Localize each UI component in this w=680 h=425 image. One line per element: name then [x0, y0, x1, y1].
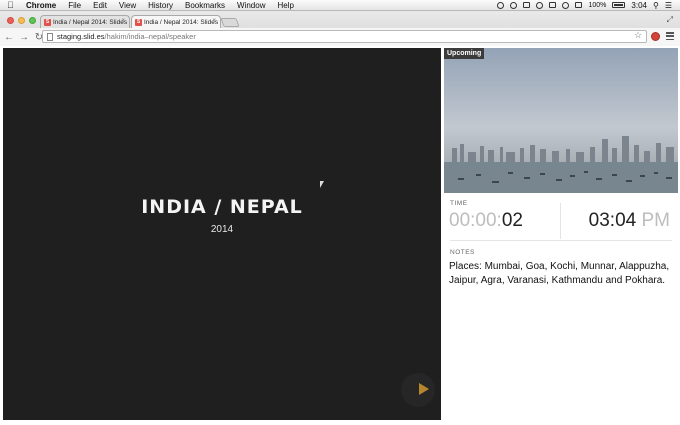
forward-icon[interactable]: →: [18, 32, 30, 43]
page-content: INDIA / NEPAL 2014 Upcoming TIME 00:00:0…: [0, 46, 680, 425]
apple-icon[interactable]: : [7, 0, 17, 11]
time-label: TIME: [450, 200, 468, 207]
timer-prefix: 00:00:: [449, 210, 502, 231]
menu-bar:  Chrome File Edit View History Bookmark…: [0, 0, 680, 11]
window-controls: [7, 17, 36, 24]
bluetooth-icon[interactable]: [562, 1, 570, 9]
zoom-window-button[interactable]: [29, 17, 36, 24]
tab-1[interactable]: S India / Nepal 2014: Slides ×: [40, 15, 130, 28]
address-bar[interactable]: staging.slid.es/hakim/india–nepal/speake…: [42, 30, 647, 43]
tab-title: India / Nepal 2014: Slides: [53, 18, 128, 26]
menu-file[interactable]: File: [68, 1, 81, 10]
menu-history[interactable]: History: [148, 1, 173, 10]
wifi-icon[interactable]: [549, 2, 557, 8]
close-tab-icon[interactable]: ×: [121, 18, 125, 24]
back-icon[interactable]: ←: [3, 32, 15, 43]
battery-percent: 100%: [588, 1, 607, 9]
notes-label: NOTES: [450, 249, 475, 256]
bookmark-star-icon[interactable]: ☆: [634, 30, 642, 41]
tab-2[interactable]: S India / Nepal 2014: Slides ×: [131, 15, 221, 28]
section-divider: [450, 240, 672, 241]
slides-favicon-icon: S: [44, 18, 51, 26]
new-tab-button[interactable]: [220, 18, 240, 27]
clock-time: 03:04: [588, 210, 637, 231]
extension-icon[interactable]: [651, 32, 660, 41]
menu-chrome[interactable]: Chrome: [26, 1, 56, 10]
next-slide-arrow-icon[interactable]: [419, 383, 429, 395]
minimize-window-button[interactable]: [18, 17, 25, 24]
menu-view[interactable]: View: [119, 1, 136, 10]
menu-edit[interactable]: Edit: [93, 1, 107, 10]
slides-favicon-icon: S: [135, 18, 142, 26]
browser-chrome: S India / Nepal 2014: Slides × S India /…: [0, 11, 680, 46]
toolbar: ← → ↻ staging.slid.es/hakim/india–nepal/…: [0, 28, 680, 46]
notification-center-icon[interactable]: ☰: [665, 1, 672, 10]
slide-subtitle: 2014: [210, 224, 234, 235]
fullscreen-icon[interactable]: ⤢: [667, 15, 673, 25]
battery-icon[interactable]: [612, 2, 626, 8]
menubar-clock[interactable]: 3:04: [631, 1, 647, 10]
menu-window[interactable]: Window: [237, 1, 265, 10]
spotlight-icon[interactable]: ⚲: [653, 1, 659, 10]
address-host: staging.slid.es: [57, 32, 105, 41]
sync-icon[interactable]: [510, 1, 518, 9]
clock-ampm: PM: [641, 210, 671, 231]
elapsed-timer[interactable]: 00:00:02: [449, 210, 523, 232]
speaker-notes: Places: Mumbai, Goa, Kochi, Munnar, Alap…: [449, 261, 670, 286]
timer-seconds: 02: [501, 210, 523, 231]
slide-controls: [401, 373, 435, 407]
record-icon[interactable]: [497, 1, 505, 9]
menu-help[interactable]: Help: [277, 1, 293, 10]
time-divider: [560, 203, 561, 239]
mumbai-skyline-image: [444, 48, 678, 193]
slide-title: INDIA / NEPAL: [141, 196, 303, 218]
address-path: /hakim/india–nepal/speaker: [104, 32, 196, 41]
tab-title: India / Nepal 2014: Slides: [144, 18, 219, 26]
current-slide[interactable]: INDIA / NEPAL 2014: [3, 48, 441, 420]
wall-clock: 03:04 PM: [589, 210, 670, 232]
upcoming-slide-preview[interactable]: Upcoming: [444, 48, 678, 193]
chrome-menu-icon[interactable]: [666, 32, 674, 40]
speaker-sidebar: Upcoming TIME 00:00:02 03:04 PM NOTES Pl…: [444, 48, 678, 420]
close-tab-icon[interactable]: ×: [212, 18, 216, 24]
upcoming-label: Upcoming: [444, 48, 485, 59]
menu-bookmarks[interactable]: Bookmarks: [185, 1, 225, 10]
status-tray: 100% 3:04 ⚲ ☰: [497, 1, 680, 10]
close-window-button[interactable]: [7, 17, 14, 24]
mouse-cursor-icon: [320, 181, 324, 188]
dropbox-icon[interactable]: [523, 2, 531, 8]
timer-icon[interactable]: [536, 1, 544, 9]
volume-icon[interactable]: [575, 2, 583, 8]
page-icon: [47, 33, 53, 41]
